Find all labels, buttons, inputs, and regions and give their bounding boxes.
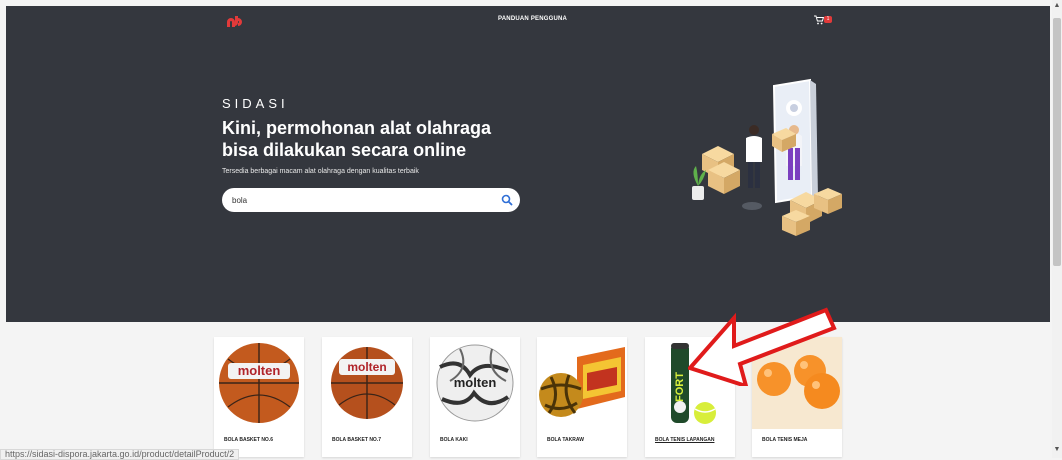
brand-text: molten — [238, 363, 281, 378]
search-bar — [222, 188, 520, 212]
hero-headline-line1: Kini, permohonan alat olahraga — [222, 118, 492, 138]
product-label: BOLA BASKET NO.6 — [224, 437, 273, 443]
search-input[interactable] — [232, 192, 492, 208]
cart-button[interactable]: 1 — [814, 14, 836, 26]
scroll-down-icon[interactable]: ▼ — [1053, 446, 1061, 456]
search-icon[interactable] — [500, 193, 514, 207]
product-card-3[interactable]: molten BOLA KAKI — [430, 337, 520, 457]
delivery-illustration — [692, 78, 842, 236]
scrollbar[interactable]: ▲ ▼ — [1052, 0, 1062, 458]
product-card-2[interactable]: molten BOLA BASKET NO.7 — [322, 337, 412, 457]
status-bar-url: https://sidasi-dispora.jakarta.go.id/pro… — [0, 449, 240, 460]
scroll-up-icon[interactable]: ▲ — [1053, 2, 1061, 12]
product-label: BOLA TENIS LAPANGAN — [655, 437, 715, 443]
hero-section: PANDUAN PENGGUNA 1 SIDASI Kini, permohon… — [6, 6, 1050, 322]
basketball-image: molten — [219, 343, 299, 423]
scroll-thumb[interactable] — [1053, 18, 1061, 266]
product-card-1[interactable]: molten BOLA BASKET NO.6 — [214, 337, 304, 457]
product-label: BOLA BASKET NO.7 — [332, 437, 381, 443]
takraw-ball-image — [539, 347, 625, 417]
hero-eyebrow: SIDASI — [222, 96, 289, 111]
brand-text: FORT — [674, 372, 686, 402]
tennis-ball-can-image: FORT — [671, 343, 716, 424]
table-tennis-balls-image — [752, 337, 842, 429]
product-card-5[interactable]: FORT BOLA TENIS LAPANGAN — [645, 337, 735, 457]
cart-icon — [814, 15, 824, 25]
hero-headline: Kini, permohonan alat olahraga bisa dila… — [222, 117, 542, 161]
basketball-image: molten — [331, 347, 403, 419]
soccer-ball-image: molten — [436, 344, 514, 422]
logo-icon[interactable] — [224, 12, 244, 28]
nav-link-panduan[interactable]: PANDUAN PENGGUNA — [498, 16, 567, 22]
brand-text: molten — [454, 375, 497, 390]
navbar: PANDUAN PENGGUNA 1 — [6, 6, 1050, 34]
hero-subtitle: Tersedia berbagai macam alat olahraga de… — [222, 168, 419, 175]
product-card-6[interactable]: BOLA TENIS MEJA — [752, 337, 842, 457]
hero-headline-line2: bisa dilakukan secara online — [222, 140, 467, 160]
product-label: BOLA TAKRAW — [547, 437, 584, 443]
product-label: BOLA TENIS MEJA — [762, 437, 808, 443]
product-label: BOLA KAKI — [440, 437, 468, 443]
cart-count-badge: 1 — [824, 16, 832, 23]
product-card-4[interactable]: BOLA TAKRAW — [537, 337, 627, 457]
brand-text: molten — [347, 360, 386, 374]
